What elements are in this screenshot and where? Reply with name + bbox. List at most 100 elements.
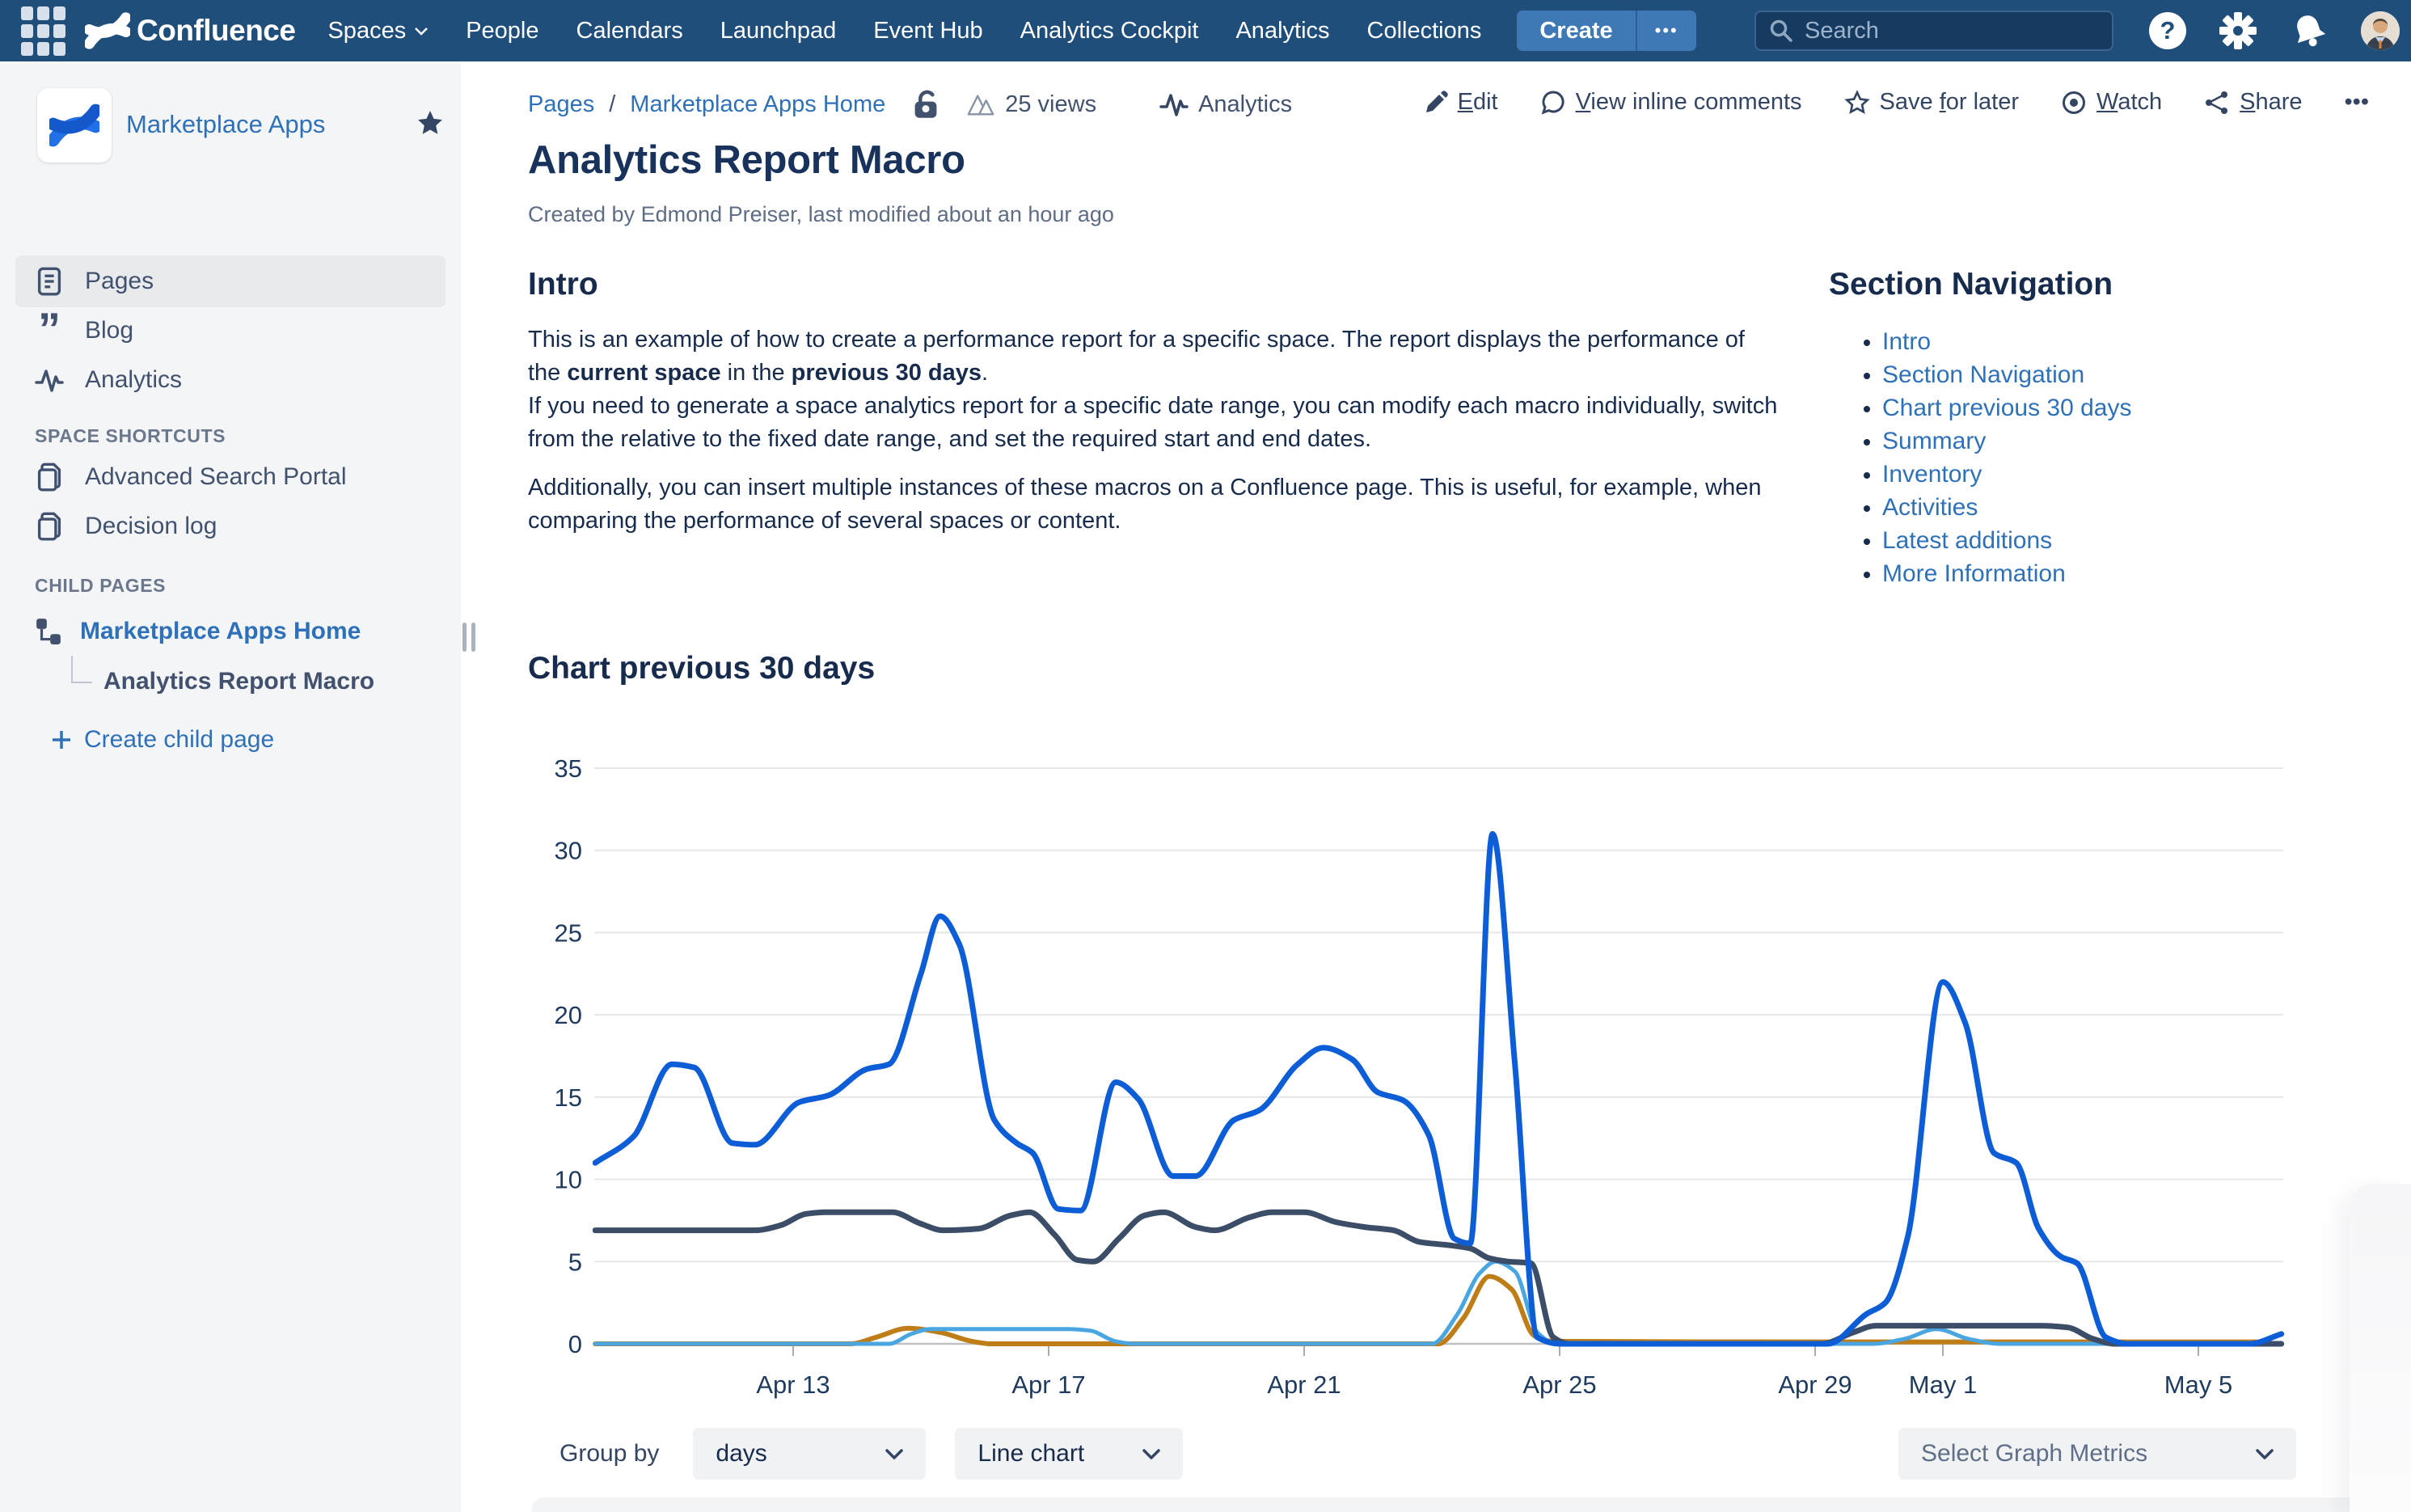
user-avatar[interactable] <box>2361 11 2400 50</box>
edit-button[interactable]: Edit <box>1424 89 1498 116</box>
shortcut-pages-icon <box>35 462 64 492</box>
create-child-page-button[interactable]: Create child page <box>50 726 274 754</box>
sidebar-item-label: Blog <box>85 317 133 344</box>
chevron-down-icon <box>1142 1449 1160 1459</box>
create-more-button[interactable]: ••• <box>1636 11 1696 51</box>
sidebar-item-marketplace-apps-home[interactable]: Marketplace Apps Home <box>35 618 361 645</box>
unlock-icon[interactable] <box>911 89 940 120</box>
right-overlay-shadow <box>2350 1184 2411 1512</box>
toc-link-latest-additions[interactable]: Latest additions <box>1882 524 2132 557</box>
sidebar-item-pages[interactable]: Pages <box>15 256 445 307</box>
space-favorite-star-icon[interactable] <box>416 108 445 137</box>
graph-metrics-select[interactable]: Select Graph Metrics <box>1898 1428 2296 1480</box>
toc-link-intro[interactable]: Intro <box>1882 325 2132 358</box>
nav-item-event-hub[interactable]: Event Hub <box>873 18 982 44</box>
page-title: Analytics Report Macro <box>528 137 965 183</box>
section-navigation-list: Intro Section Navigation Chart previous … <box>1829 325 2132 590</box>
breadcrumb-separator: / <box>609 91 615 118</box>
chart-heading: Chart previous 30 days <box>528 651 875 686</box>
view-inline-comments-button[interactable]: View inline comments <box>1540 89 1802 116</box>
breadcrumb: Pages / Marketplace Apps Home 25 views A… <box>528 89 1292 120</box>
sidebar-item-label: Analytics <box>85 366 182 394</box>
views-count[interactable]: 25 views <box>966 91 1096 118</box>
share-button[interactable]: Share <box>2204 89 2302 116</box>
nav-item-analytics[interactable]: Analytics <box>1235 18 1329 44</box>
nav-item-calendars[interactable]: Calendars <box>576 18 683 44</box>
settings-gear-icon[interactable] <box>2219 11 2257 50</box>
page-actions: Edit View inline comments Save for later… <box>1424 89 2369 116</box>
nav-item-people[interactable]: People <box>466 18 538 44</box>
toc-link-chart-previous-30-days[interactable]: Chart previous 30 days <box>1882 391 2132 424</box>
views-icon <box>966 91 995 117</box>
blog-quote-icon: ” <box>35 317 64 344</box>
toc-link-section-navigation[interactable]: Section Navigation <box>1882 358 2132 391</box>
toc-link-inventory[interactable]: Inventory <box>1882 458 2132 491</box>
svg-text:Apr 25: Apr 25 <box>1522 1371 1596 1399</box>
sidebar-resize-handle[interactable] <box>462 623 475 652</box>
sidebar-item-analytics[interactable]: Analytics <box>15 354 445 406</box>
sidebar-item-label: Pages <box>85 268 154 295</box>
more-actions-button[interactable]: ••• <box>2345 89 2369 116</box>
child-pages-header: CHILD PAGES <box>35 575 166 597</box>
intro-paragraph-3: Additionally, you can insert multiple in… <box>528 471 1783 538</box>
toc-link-more-information[interactable]: More Information <box>1882 557 2132 590</box>
toc-link-activities[interactable]: Activities <box>1882 491 2132 524</box>
svg-text:Apr 21: Apr 21 <box>1267 1371 1341 1399</box>
analytics-pulse-icon <box>1159 91 1189 118</box>
comment-icon <box>1540 90 1566 116</box>
sidebar-shortcut-decision-log[interactable]: Decision log <box>15 500 445 552</box>
breadcrumb-pages[interactable]: Pages <box>528 91 594 118</box>
watch-button[interactable]: Watch <box>2061 89 2162 116</box>
shortcut-pages-icon <box>35 512 64 541</box>
sidebar-item-analytics-report-macro[interactable]: Analytics Report Macro <box>71 668 374 695</box>
nav-item-collections[interactable]: Collections <box>1367 18 1482 44</box>
line-chart: 05101520253035Apr 13Apr 17Apr 21Apr 25Ap… <box>534 752 2337 1407</box>
share-label: Share <box>2240 89 2302 116</box>
sidebar-shortcut-advanced-search[interactable]: Advanced Search Portal <box>15 451 445 503</box>
byline: Created by Edmond Preiser, last modified… <box>528 202 1114 227</box>
nav-item-launchpad[interactable]: Launchpad <box>720 18 837 44</box>
sidebar-item-blog[interactable]: ” Blog <box>15 305 445 357</box>
svg-text:10: 10 <box>555 1166 582 1194</box>
svg-text:25: 25 <box>555 919 582 947</box>
space-logo[interactable] <box>37 88 112 163</box>
app-switcher-icon[interactable] <box>21 6 65 56</box>
nav-item-analytics-cockpit[interactable]: Analytics Cockpit <box>1020 18 1199 44</box>
space-name-link[interactable]: Marketplace Apps <box>126 110 325 139</box>
search-input[interactable] <box>1805 18 2080 44</box>
group-by-label: Group by <box>559 1440 659 1468</box>
search-icon <box>1769 19 1793 43</box>
child-parent-label: Marketplace Apps Home <box>80 618 361 645</box>
shortcut-label: Decision log <box>85 513 217 540</box>
create-button[interactable]: Create <box>1517 11 1635 51</box>
search-box[interactable] <box>1754 11 2113 51</box>
confluence-mark-icon <box>85 11 130 50</box>
share-icon <box>2204 90 2230 116</box>
notifications-bell-icon[interactable] <box>2290 11 2329 50</box>
chevron-down-icon <box>414 27 429 36</box>
chart-type-select[interactable]: Line chart <box>955 1428 1183 1480</box>
page-analytics-link[interactable]: Analytics <box>1159 91 1292 118</box>
group-by-select[interactable]: days <box>693 1428 926 1480</box>
nav-item-spaces[interactable]: Spaces <box>327 18 429 44</box>
svg-text:35: 35 <box>555 754 582 783</box>
help-icon[interactable]: ? <box>2149 12 2186 49</box>
watch-eye-icon <box>2061 90 2087 116</box>
confluence-logo[interactable]: Confluence <box>85 11 295 50</box>
plus-icon <box>50 729 73 751</box>
breadcrumb-marketplace-apps-home[interactable]: Marketplace Apps Home <box>630 91 885 118</box>
section-navigation-heading: Section Navigation <box>1829 267 2113 302</box>
tree-connector <box>71 656 92 683</box>
svg-text:May 5: May 5 <box>2164 1371 2232 1399</box>
pencil-icon <box>1424 91 1448 115</box>
svg-text:May 1: May 1 <box>1909 1371 1977 1399</box>
create-child-label: Create child page <box>84 726 274 754</box>
group-by-value: days <box>716 1440 766 1468</box>
logo-wordmark: Confluence <box>137 14 295 48</box>
confluence-space-icon <box>49 103 99 148</box>
chart-type-value: Line chart <box>977 1440 1084 1468</box>
save-for-later-button[interactable]: Save for later <box>1844 89 2020 116</box>
svg-text:5: 5 <box>568 1248 582 1276</box>
toc-link-summary[interactable]: Summary <box>1882 424 2132 458</box>
star-outline-icon <box>1844 90 1870 116</box>
